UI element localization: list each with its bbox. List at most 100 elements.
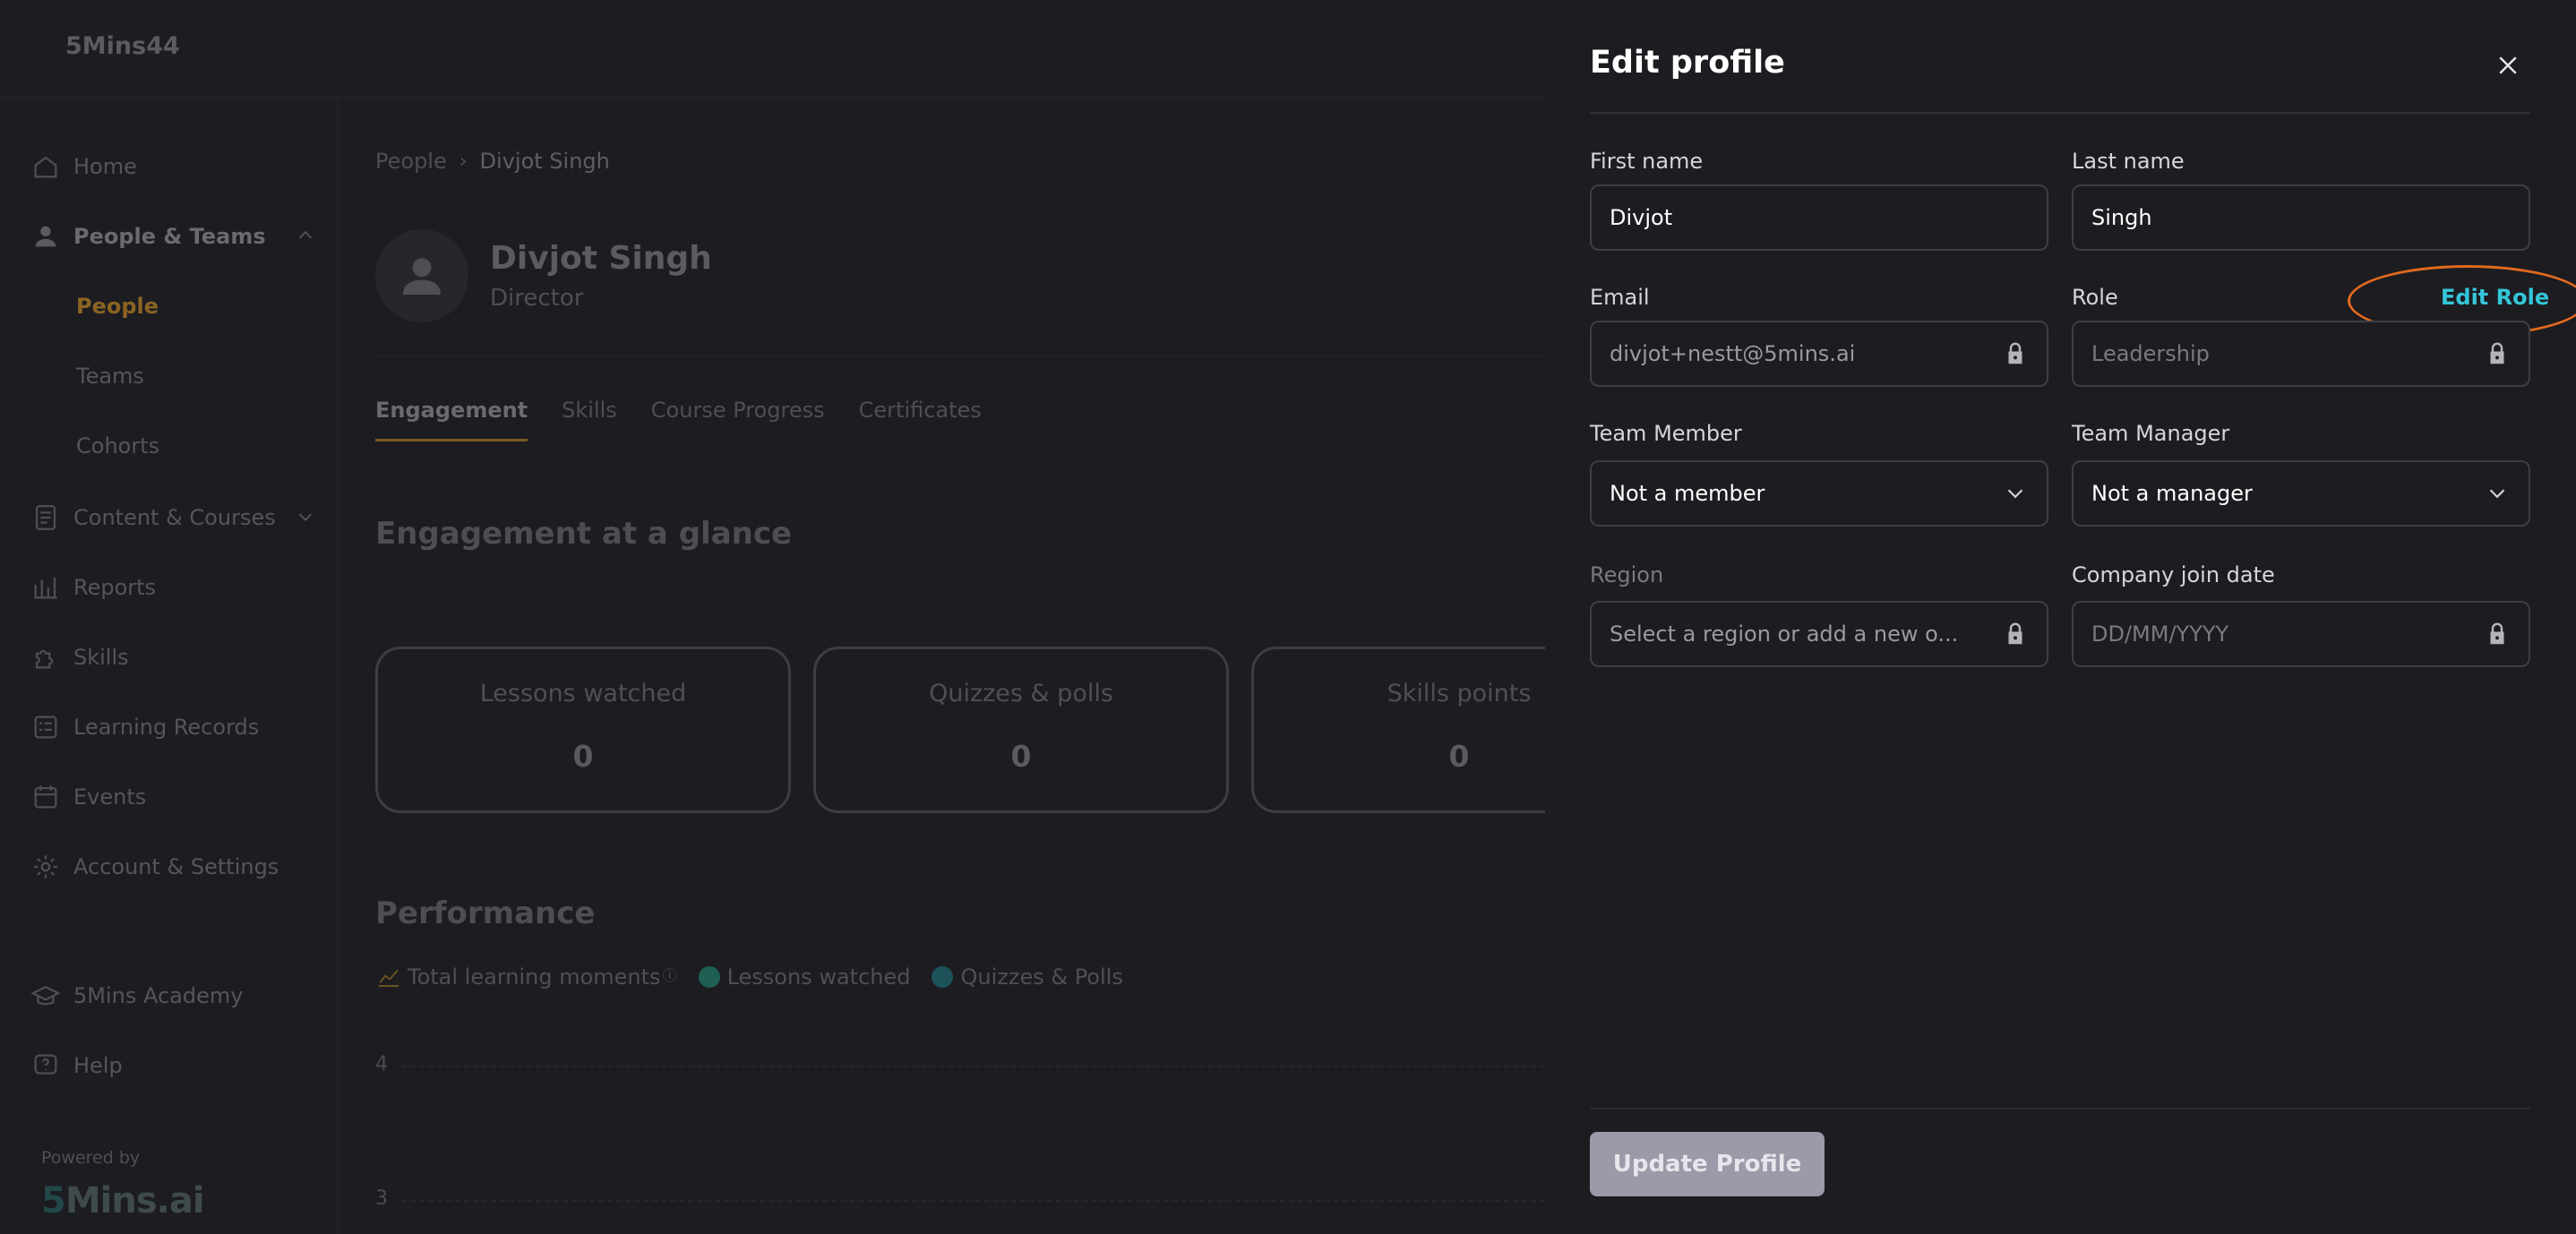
sidebar-item-account-settings[interactable]: Account & Settings [30,847,279,887]
legend-dot [932,966,954,988]
records-icon [34,716,57,739]
help-icon [34,1054,57,1075]
team-member-value: Not a member [1610,481,1765,506]
drawer-footer-divider [1590,1108,2530,1110]
breadcrumb: People › Divjot Singh [375,149,610,174]
sidebar-item-events[interactable]: Events [30,777,146,817]
sidebar-item-learning-records[interactable]: Learning Records [30,707,259,747]
sidebar-item-people-teams[interactable]: People & Teams [30,217,266,256]
y-tick-label: 4 [375,1053,388,1075]
tab-skills[interactable]: Skills [562,398,617,441]
sidebar: Home People & Teams People Teams Cohorts… [0,99,339,1234]
sidebar-item-label: Help [73,1053,123,1078]
stat-card-quizzes: Quizzes & polls 0 [813,647,1229,813]
info-icon[interactable]: ⓘ [663,964,677,985]
gear-icon [34,855,57,878]
stat-value: 0 [572,739,594,774]
legend-label: Lessons watched [726,964,911,990]
region-placeholder: Select a region or add a new o... [1610,621,1959,647]
profile-name: Divjot Singh [490,240,712,277]
team-member-label: Team Member [1590,421,1742,446]
stat-value: 0 [1010,739,1032,774]
main-content: People › Divjot Singh Divjot Singh Direc… [340,99,1667,1234]
legend-total-learning-moments[interactable]: Total learning moments ⓘ [375,964,677,990]
stat-label: Quizzes & polls [929,680,1113,707]
grid-line [401,1200,1545,1202]
last-name-field[interactable]: Singh [2072,184,2530,251]
role-field: Leadership [2072,321,2530,387]
y-tick-label: 3 [375,1187,388,1210]
brand-name: 5Mins44 [65,32,180,60]
profile-tabs: Engagement Skills Course Progress Certif… [375,398,1016,441]
join-date-label: Company join date [2072,562,2275,587]
sidebar-item-content-courses[interactable]: Content & Courses [30,498,276,537]
stat-card-lessons: Lessons watched 0 [375,647,791,813]
sidebar-item-label: 5Mins Academy [73,983,244,1008]
document-icon [35,505,56,530]
role-label: Role [2072,285,2118,310]
edit-profile-drawer: Edit profile First name Divjot Last name… [1545,0,2576,1234]
bar-chart-icon [34,577,57,599]
puzzle-icon [35,649,54,669]
sidebar-item-skills[interactable]: Skills [30,638,129,677]
user-avatar-icon [403,258,441,295]
sidebar-subitem-teams[interactable]: Teams [76,364,144,389]
email-field: divjot+nestt@5mins.ai [1590,321,2048,387]
sidebar-item-label: Learning Records [73,715,260,740]
team-manager-select[interactable]: Not a manager [2072,460,2530,527]
breadcrumb-current: Divjot Singh [479,149,610,174]
person-icon [35,226,56,247]
update-profile-button[interactable]: Update Profile [1590,1132,1825,1196]
tab-course-progress[interactable]: Course Progress [651,398,825,441]
legend-label: Total learning moments [408,964,661,990]
close-icon[interactable] [2494,52,2521,79]
chevron-down-icon[interactable] [296,507,315,527]
legend-label: Quizzes & Polls [960,964,1123,990]
legend-quizzes-polls[interactable]: Quizzes & Polls [932,964,1123,990]
legend-lessons-watched[interactable]: Lessons watched [698,964,911,990]
top-bar: 5Mins44 [0,0,1545,99]
breadcrumb-root[interactable]: People [375,149,447,174]
edit-role-link[interactable]: Edit Role [2441,285,2549,310]
lock-icon [2008,342,2022,364]
team-member-select[interactable]: Not a member [1590,460,2048,527]
sidebar-item-label: Events [73,784,147,810]
legend-dot [698,966,720,988]
divider [375,355,1545,356]
sidebar-item-reports[interactable]: Reports [30,568,156,607]
sidebar-item-label: Account & Settings [73,854,279,879]
sidebar-item-help[interactable]: Help [30,1046,123,1085]
first-name-field[interactable]: Divjot [1590,184,2048,251]
avatar [375,229,468,322]
sidebar-subitem-cohorts[interactable]: Cohorts [76,433,159,458]
first-name-value: Divjot [1610,205,1673,230]
tab-engagement[interactable]: Engagement [375,398,528,441]
stat-label: Lessons watched [479,680,687,707]
drawer-title: Edit profile [1590,45,1785,81]
sidebar-item-home[interactable]: Home [30,147,137,186]
tab-certificates[interactable]: Certificates [859,398,982,441]
line-chart-icon [378,969,399,987]
logo-prefix: 5 [41,1180,66,1221]
drawer-divider [1590,112,2530,114]
email-label: Email [1590,285,1650,310]
powered-by-logo: 5Mins.ai [41,1180,205,1221]
graduation-cap-icon [30,985,61,1006]
lock-icon [2490,622,2504,645]
calendar-icon [34,785,57,809]
lock-icon [2490,342,2504,364]
join-date-field: DD/MM/YYYY [2072,601,2530,667]
engagement-title: Engagement at a glance [375,516,793,552]
sidebar-subitem-people[interactable]: People [76,294,159,319]
chevron-up-icon[interactable] [296,226,315,245]
app-root: 5Mins44 Home People & Teams People Teams… [0,0,2576,1234]
sidebar-item-label: Home [73,154,137,179]
last-name-label: Last name [2072,149,2185,174]
team-manager-label: Team Manager [2072,421,2230,446]
grid-line [401,1066,1545,1067]
home-icon [34,156,57,178]
sidebar-item-label: People & Teams [73,224,266,249]
region-label: Region [1590,562,1664,587]
chevron-down-icon [2007,489,2023,499]
sidebar-item-5mins-academy[interactable]: 5Mins Academy [30,976,243,1015]
